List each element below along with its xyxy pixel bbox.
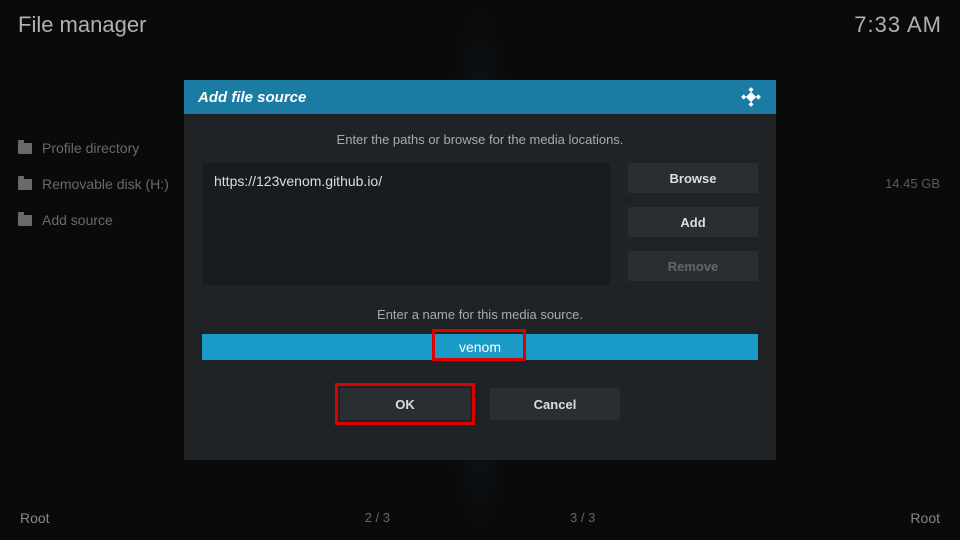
add-file-source-dialog: Add file source Enter the paths or brows…	[184, 80, 776, 460]
source-name-value: venom	[459, 339, 501, 355]
footer-count-right: 3 / 3	[570, 510, 595, 526]
dialog-titlebar: Add file source	[184, 80, 776, 114]
disk-size-label: 14.45 GB	[885, 176, 940, 191]
browse-button[interactable]: Browse	[628, 163, 758, 193]
ok-button[interactable]: OK	[340, 388, 470, 420]
footer-left-root: Root	[20, 510, 50, 526]
list-item-label: Removable disk (H:)	[42, 176, 169, 192]
clock: 7:33 AM	[854, 12, 942, 38]
folder-icon	[18, 215, 32, 226]
path-value: https://123venom.github.io/	[214, 173, 382, 189]
footer-right-root: Root	[910, 510, 940, 526]
cancel-button-label: Cancel	[534, 397, 577, 412]
folder-icon	[18, 143, 32, 154]
list-item-label: Profile directory	[42, 140, 139, 156]
source-name-input[interactable]: venom	[202, 334, 758, 360]
kodi-logo-icon	[740, 86, 762, 108]
header-bar: File manager 7:33 AM	[18, 12, 942, 38]
footer-count-left: 2 / 3	[365, 510, 390, 526]
folder-icon	[18, 179, 32, 190]
ok-button-label: OK	[395, 397, 415, 412]
page-title: File manager	[18, 12, 146, 38]
cancel-button[interactable]: Cancel	[490, 388, 620, 420]
remove-button[interactable]: Remove	[628, 251, 758, 281]
path-instruction: Enter the paths or browse for the media …	[202, 132, 758, 147]
list-item-label: Add source	[42, 212, 113, 228]
dialog-title: Add file source	[198, 89, 306, 106]
add-button[interactable]: Add	[628, 207, 758, 237]
name-instruction: Enter a name for this media source.	[202, 307, 758, 322]
path-input[interactable]: https://123venom.github.io/	[202, 163, 610, 285]
footer-bar: Root 2 / 3 3 / 3 Root	[20, 510, 940, 526]
